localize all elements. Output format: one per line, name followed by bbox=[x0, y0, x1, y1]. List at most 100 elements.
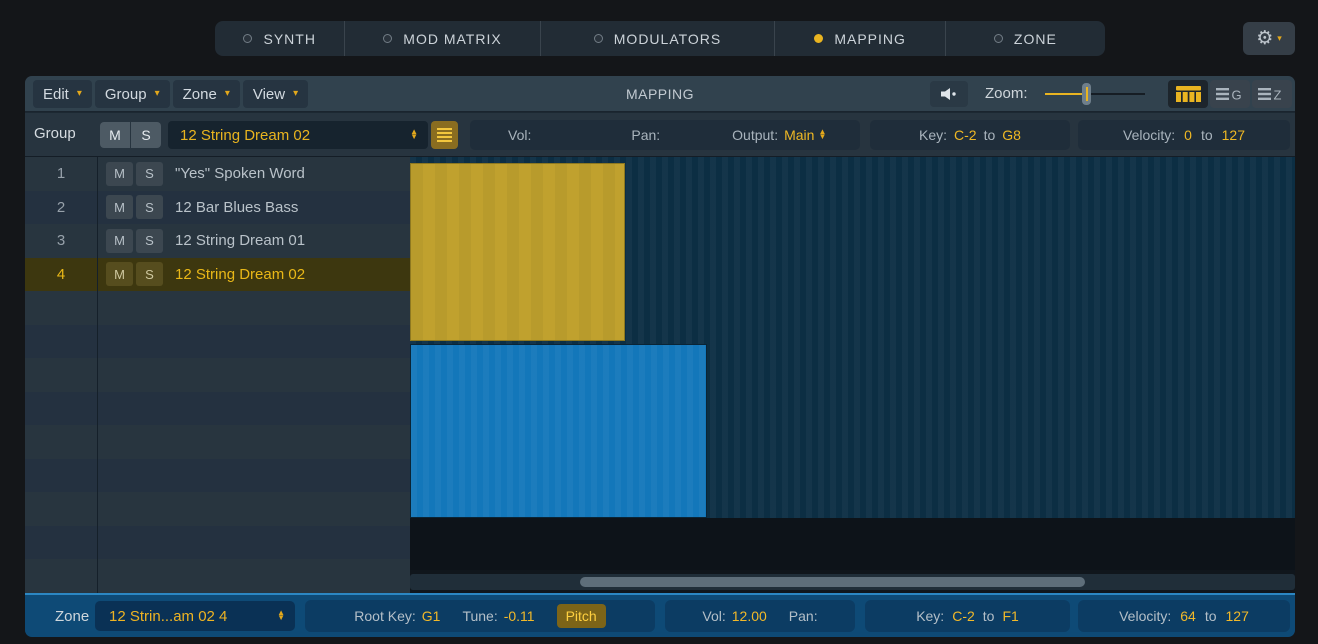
group-pan-label: Pan: bbox=[631, 127, 660, 143]
list-item-empty[interactable] bbox=[25, 291, 410, 325]
list-item-group-1[interactable]: 1MS"Yes" Spoken Word bbox=[25, 157, 410, 191]
tab-label: MAPPING bbox=[834, 31, 906, 47]
zone-key-to-label: to bbox=[983, 608, 995, 624]
zone-map-area[interactable] bbox=[410, 157, 1295, 518]
zone-velocity-range-box: Velocity: 64 to 127 bbox=[1078, 600, 1290, 632]
list-item-empty[interactable] bbox=[25, 459, 410, 493]
zone-key-from[interactable]: C-2 bbox=[952, 608, 975, 624]
zone-key-range-box: Key: C-2 to F1 bbox=[865, 600, 1070, 632]
group-solo-button[interactable]: S bbox=[131, 122, 161, 148]
root-key-value[interactable]: G1 bbox=[422, 608, 441, 624]
piano-keyboard[interactable] bbox=[410, 518, 1295, 570]
zone-pan-label: Pan: bbox=[789, 608, 818, 624]
zone-velocity-to-label: to bbox=[1205, 608, 1217, 624]
row-solo-button[interactable]: S bbox=[136, 195, 163, 219]
row-solo-button[interactable]: S bbox=[136, 229, 163, 253]
horizontal-scrollbar[interactable] bbox=[410, 574, 1295, 590]
tune-label: Tune: bbox=[462, 608, 497, 624]
row-mute-solo: MS bbox=[106, 195, 163, 219]
list-item-empty[interactable] bbox=[25, 325, 410, 359]
tab-modulators[interactable]: MODULATORS bbox=[541, 21, 776, 56]
list-group-icon: G bbox=[1216, 86, 1244, 102]
zoom-slider[interactable] bbox=[1045, 82, 1145, 106]
zone-label: Zone bbox=[55, 608, 89, 625]
zone-12-string-dream-02-4[interactable] bbox=[410, 163, 625, 341]
audition-button[interactable] bbox=[930, 81, 968, 107]
list-item-empty[interactable] bbox=[25, 559, 410, 593]
group-list: 1MS"Yes" Spoken Word2MS12 Bar Blues Bass… bbox=[25, 157, 410, 593]
row-mute-solo: MS bbox=[106, 262, 163, 286]
panel-title: MAPPING bbox=[626, 76, 694, 112]
list-item-group-2[interactable]: 2MS12 Bar Blues Bass bbox=[25, 191, 410, 225]
list-item-group-3[interactable]: 3MS12 String Dream 01 bbox=[25, 224, 410, 258]
group-velocity-to[interactable]: 127 bbox=[1222, 127, 1245, 143]
row-solo-button[interactable]: S bbox=[136, 162, 163, 186]
action-menu-button[interactable]: ⚙ ▾ bbox=[1243, 22, 1295, 55]
zone-key-to[interactable]: F1 bbox=[1002, 608, 1018, 624]
piano-keys-icon bbox=[1176, 86, 1201, 102]
zoom-slider-track-filled bbox=[1045, 93, 1087, 95]
zone-name-select[interactable]: 12 Strin...am 02 4 ▲▼ bbox=[95, 601, 295, 631]
group-velocity-label: Velocity: bbox=[1123, 127, 1175, 143]
row-group-name: 12 String Dream 02 bbox=[175, 266, 305, 283]
list-item-empty[interactable] bbox=[25, 358, 410, 392]
row-number: 3 bbox=[25, 232, 97, 249]
zoom-slider-thumb[interactable] bbox=[1082, 83, 1091, 105]
tab-label: SYNTH bbox=[263, 31, 315, 47]
row-mute-button[interactable]: M bbox=[106, 229, 133, 253]
tab-mod-matrix[interactable]: MOD MATRIX bbox=[345, 21, 540, 56]
row-mute-button[interactable]: M bbox=[106, 262, 133, 286]
list-item-empty[interactable] bbox=[25, 492, 410, 526]
view-button-list-group[interactable]: G bbox=[1210, 80, 1250, 108]
row-mute-button[interactable]: M bbox=[106, 195, 133, 219]
tune-value[interactable]: -0.11 bbox=[504, 608, 535, 624]
menu-edit[interactable]: Edit▾ bbox=[33, 80, 92, 108]
list-item-empty[interactable] bbox=[25, 526, 410, 560]
list-item-empty[interactable] bbox=[25, 425, 410, 459]
zone-12-string-dream-02-5[interactable] bbox=[410, 344, 707, 518]
group-mute-button[interactable]: M bbox=[100, 122, 130, 148]
tab-led-icon bbox=[594, 34, 603, 43]
row-number: 1 bbox=[25, 165, 97, 182]
row-solo-button[interactable]: S bbox=[136, 262, 163, 286]
zone-vol-value[interactable]: 12.00 bbox=[732, 608, 767, 624]
group-velocity-to-label: to bbox=[1201, 127, 1213, 143]
group-key-from[interactable]: C-2 bbox=[954, 127, 977, 143]
zone-velocity-label: Velocity: bbox=[1119, 608, 1171, 624]
gear-icon: ⚙ bbox=[1256, 29, 1273, 48]
view-button-piano-keys[interactable] bbox=[1168, 80, 1208, 108]
tab-synth[interactable]: SYNTH bbox=[215, 21, 345, 56]
zoom-slider-track bbox=[1087, 93, 1145, 95]
scrollbar-thumb[interactable] bbox=[580, 577, 1085, 587]
list-zone-icon: Z bbox=[1258, 86, 1286, 102]
pitch-toggle-button[interactable]: Pitch bbox=[557, 604, 606, 628]
group-key-to[interactable]: G8 bbox=[1002, 127, 1021, 143]
stepper-icon: ▲▼ bbox=[277, 611, 295, 621]
group-name-select[interactable]: 12 String Dream 02 ▲▼ bbox=[168, 121, 428, 149]
sampler-mapping-window: SYNTH MOD MATRIXMODULATORS MAPPING ZONE ⚙ ▾… bbox=[0, 0, 1318, 644]
group-list-toggle-button[interactable] bbox=[431, 121, 458, 149]
menu-label: View bbox=[253, 86, 285, 103]
view-button-list-zone[interactable]: Z bbox=[1252, 80, 1292, 108]
zone-name-value: 12 Strin...am 02 4 bbox=[95, 608, 277, 625]
view-mode-switch: GZ bbox=[1168, 80, 1292, 108]
list-item-empty[interactable] bbox=[25, 392, 410, 426]
menu-zone[interactable]: Zone▾ bbox=[173, 80, 240, 108]
group-velocity-from[interactable]: 0 bbox=[1184, 127, 1192, 143]
group-output-value[interactable]: Main bbox=[784, 127, 814, 143]
mapping-column bbox=[410, 157, 1295, 593]
zone-vol-label: Vol: bbox=[702, 608, 725, 624]
zone-velocity-from[interactable]: 64 bbox=[1180, 608, 1196, 624]
zone-key-label: Key: bbox=[916, 608, 944, 624]
tab-mapping[interactable]: MAPPING bbox=[775, 21, 945, 56]
zoom-label: Zoom: bbox=[985, 85, 1028, 102]
menu-view[interactable]: View▾ bbox=[243, 80, 308, 108]
row-group-name: 12 Bar Blues Bass bbox=[175, 199, 298, 216]
list-item-group-4[interactable]: 4MS12 String Dream 02 bbox=[25, 258, 410, 292]
stepper-icon: ▲▼ bbox=[410, 130, 428, 140]
tab-zone[interactable]: ZONE bbox=[946, 21, 1105, 56]
zone-velocity-to[interactable]: 127 bbox=[1226, 608, 1249, 624]
menu-group[interactable]: Group▾ bbox=[95, 80, 170, 108]
row-mute-button[interactable]: M bbox=[106, 162, 133, 186]
mapping-toolbar: Edit▾Group▾Zone▾View▾ MAPPING Zoom: GZ bbox=[25, 76, 1295, 112]
